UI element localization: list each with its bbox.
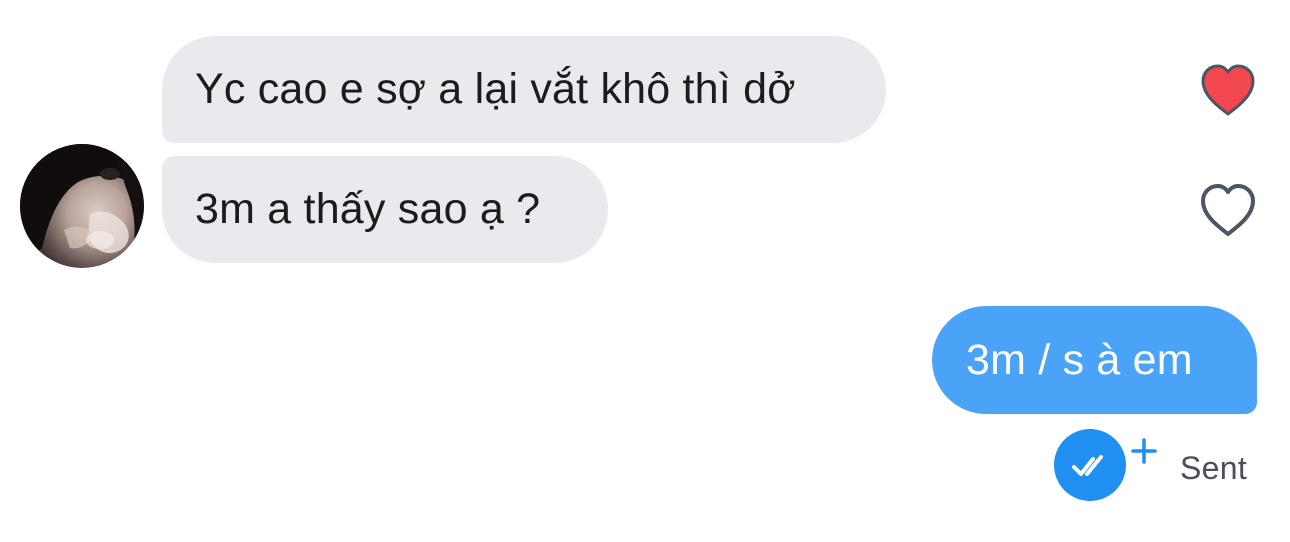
like-button[interactable] <box>1198 182 1258 238</box>
heart-filled-icon <box>1201 64 1255 116</box>
double-check-icon <box>1054 429 1126 501</box>
message-text: 3m / s à em <box>966 335 1193 384</box>
avatar-photo <box>20 144 144 268</box>
plus-icon[interactable] <box>1130 437 1158 465</box>
message-status-label: Sent <box>1180 450 1248 486</box>
outgoing-message-bubble[interactable]: 3m / s à em <box>932 306 1257 414</box>
like-button[interactable] <box>1198 62 1258 118</box>
message-text: 3m a thấy sao ạ ? <box>195 185 541 233</box>
message-text: Yc cao e sợ a lại vắt khô thì dở <box>195 65 796 113</box>
incoming-message-bubble[interactable]: 3m a thấy sao ạ ? <box>162 156 608 263</box>
heart-outline-icon <box>1201 184 1255 236</box>
incoming-message-bubble[interactable]: Yc cao e sợ a lại vắt khô thì dở <box>162 36 886 143</box>
contact-avatar[interactable] <box>20 144 144 268</box>
